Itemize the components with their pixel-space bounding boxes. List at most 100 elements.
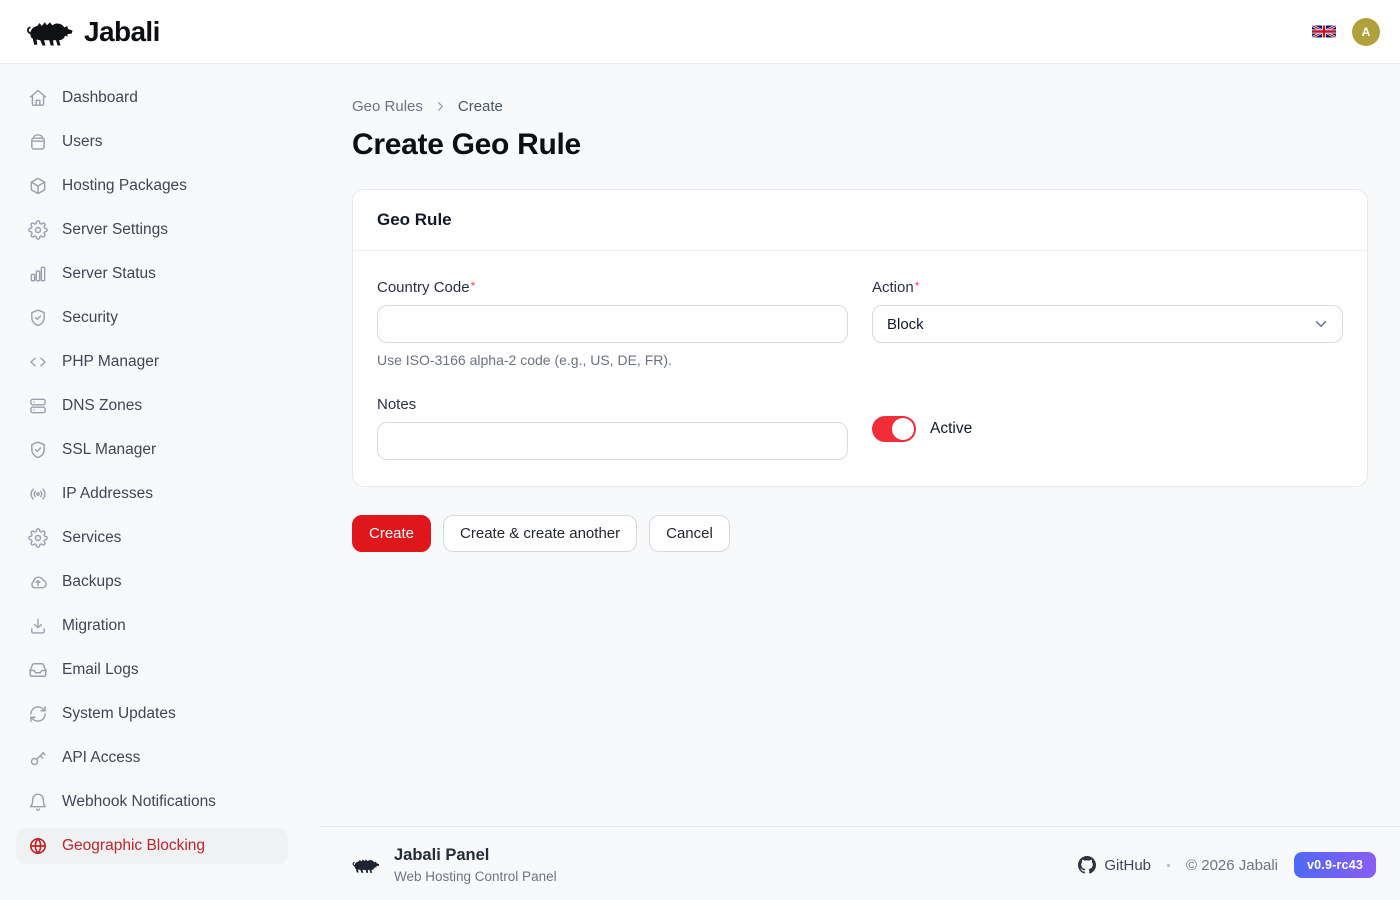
copyright: © 2026 Jabali <box>1186 857 1278 874</box>
sidebar-item-label: API Access <box>62 749 140 767</box>
sidebar-item-label: Users <box>62 133 102 151</box>
sidebar-item-label: Services <box>62 529 121 547</box>
sidebar-item-label: System Updates <box>62 705 176 723</box>
create-button[interactable]: Create <box>352 515 431 552</box>
refresh-icon <box>28 704 48 724</box>
sidebar-nav: Dashboard Users Hosting Packages Server Set… <box>0 64 304 900</box>
sidebar-item-label: Email Logs <box>62 661 139 679</box>
separator-dot <box>1167 864 1170 867</box>
archive-icon <box>28 132 48 152</box>
page-title: Create Geo Rule <box>352 128 1368 162</box>
code-icon <box>28 352 48 372</box>
sidebar-item-email-logs[interactable]: Email Logs <box>16 652 288 688</box>
brand[interactable]: Jabali <box>26 14 160 50</box>
toggle-knob <box>892 418 914 440</box>
sidebar-item-dns-zones[interactable]: DNS Zones <box>16 388 288 424</box>
country-code-helper: Use ISO-3166 alpha-2 code (e.g., US, DE,… <box>377 352 848 368</box>
settings-icon <box>28 528 48 548</box>
footer-app-name: Jabali Panel <box>394 846 557 866</box>
action-select[interactable]: Block <box>872 305 1343 343</box>
breadcrumb: Geo Rules Create <box>352 98 1368 115</box>
sidebar-item-ssl-manager[interactable]: SSL Manager <box>16 432 288 468</box>
server-stack-icon <box>28 396 48 416</box>
notes-label: Notes <box>377 396 416 413</box>
github-icon <box>1078 856 1096 874</box>
settings-icon <box>28 220 48 240</box>
top-header: Jabali A <box>0 0 1400 64</box>
active-toggle[interactable] <box>872 416 916 442</box>
github-label: GitHub <box>1104 857 1151 874</box>
bar-chart-icon <box>28 264 48 284</box>
breadcrumb-create[interactable]: Create <box>458 98 503 115</box>
sidebar-item-label: Geographic Blocking <box>62 837 205 855</box>
notes-input[interactable] <box>377 422 848 460</box>
sidebar-item-php-manager[interactable]: PHP Manager <box>16 344 288 380</box>
footer-app-subtitle: Web Hosting Control Panel <box>394 869 557 884</box>
sidebar-item-users[interactable]: Users <box>16 124 288 160</box>
country-code-field-group: Country Code* Use ISO-3166 alpha-2 code … <box>377 279 848 368</box>
boar-logo-icon <box>26 14 74 50</box>
notes-field-group: Notes <box>377 396 848 460</box>
sidebar-item-label: Dashboard <box>62 89 138 107</box>
key-icon <box>28 748 48 768</box>
sidebar-item-backups[interactable]: Backups <box>16 564 288 600</box>
uk-flag-icon[interactable] <box>1312 23 1336 40</box>
required-asterisk: * <box>471 279 476 293</box>
globe-icon <box>28 836 48 856</box>
boar-footer-icon <box>352 854 380 876</box>
cloud-upload-icon <box>28 572 48 592</box>
chevron-right-icon <box>433 99 448 114</box>
inbox-icon <box>28 660 48 680</box>
package-icon <box>28 176 48 196</box>
create-and-create-another-button[interactable]: Create & create another <box>443 515 637 552</box>
action-select-value: Block <box>887 316 924 333</box>
sidebar-item-dashboard[interactable]: Dashboard <box>16 80 288 116</box>
footer: Jabali Panel Web Hosting Control Panel G… <box>320 826 1400 900</box>
chevron-down-icon <box>1312 315 1330 333</box>
sidebar-item-label: DNS Zones <box>62 397 142 415</box>
main-area: Geo Rules Create Create Geo Rule Geo Rul… <box>304 64 1400 900</box>
brand-name: Jabali <box>84 16 160 48</box>
sidebar-item-label: Hosting Packages <box>62 177 187 195</box>
country-code-label: Country Code <box>377 279 470 296</box>
shield-check-icon <box>28 440 48 460</box>
sidebar-item-label: Backups <box>62 573 121 591</box>
home-icon <box>28 88 48 108</box>
sidebar-item-services[interactable]: Services <box>16 520 288 556</box>
active-field-group: Active <box>872 396 1343 460</box>
sidebar-item-webhook-notifications[interactable]: Webhook Notifications <box>16 784 288 820</box>
sidebar-item-geographic-blocking[interactable]: Geographic Blocking <box>16 828 288 864</box>
cancel-button[interactable]: Cancel <box>649 515 730 552</box>
country-code-input[interactable] <box>377 305 848 343</box>
sidebar-item-ip-addresses[interactable]: IP Addresses <box>16 476 288 512</box>
required-asterisk: * <box>915 279 920 293</box>
sidebar-item-label: IP Addresses <box>62 485 153 503</box>
sidebar-item-label: Security <box>62 309 118 327</box>
version-badge: v0.9-rc43 <box>1294 852 1376 878</box>
radio-icon <box>28 484 48 504</box>
layout: Dashboard Users Hosting Packages Server Set… <box>0 0 1400 900</box>
github-link[interactable]: GitHub <box>1078 856 1151 874</box>
sidebar-item-security[interactable]: Security <box>16 300 288 336</box>
user-avatar[interactable]: A <box>1352 18 1380 46</box>
action-field-group: Action* Block <box>872 279 1343 368</box>
breadcrumb-geo-rules[interactable]: Geo Rules <box>352 98 423 115</box>
sidebar-item-system-updates[interactable]: System Updates <box>16 696 288 732</box>
download-icon <box>28 616 48 636</box>
sidebar-item-label: Server Status <box>62 265 156 283</box>
sidebar-item-hosting-packages[interactable]: Hosting Packages <box>16 168 288 204</box>
sidebar-item-label: Migration <box>62 617 126 635</box>
active-toggle-label: Active <box>930 420 972 438</box>
sidebar-item-label: Server Settings <box>62 221 168 239</box>
sidebar-item-migration[interactable]: Migration <box>16 608 288 644</box>
shield-check-icon <box>28 308 48 328</box>
sidebar-item-label: SSL Manager <box>62 441 156 459</box>
form-actions: Create Create & create another Cancel <box>352 515 1368 552</box>
bell-icon <box>28 792 48 812</box>
sidebar-item-label: Webhook Notifications <box>62 793 216 811</box>
action-label: Action <box>872 279 914 296</box>
sidebar-item-api-access[interactable]: API Access <box>16 740 288 776</box>
sidebar-item-label: PHP Manager <box>62 353 159 371</box>
sidebar-item-server-status[interactable]: Server Status <box>16 256 288 292</box>
sidebar-item-server-settings[interactable]: Server Settings <box>16 212 288 248</box>
